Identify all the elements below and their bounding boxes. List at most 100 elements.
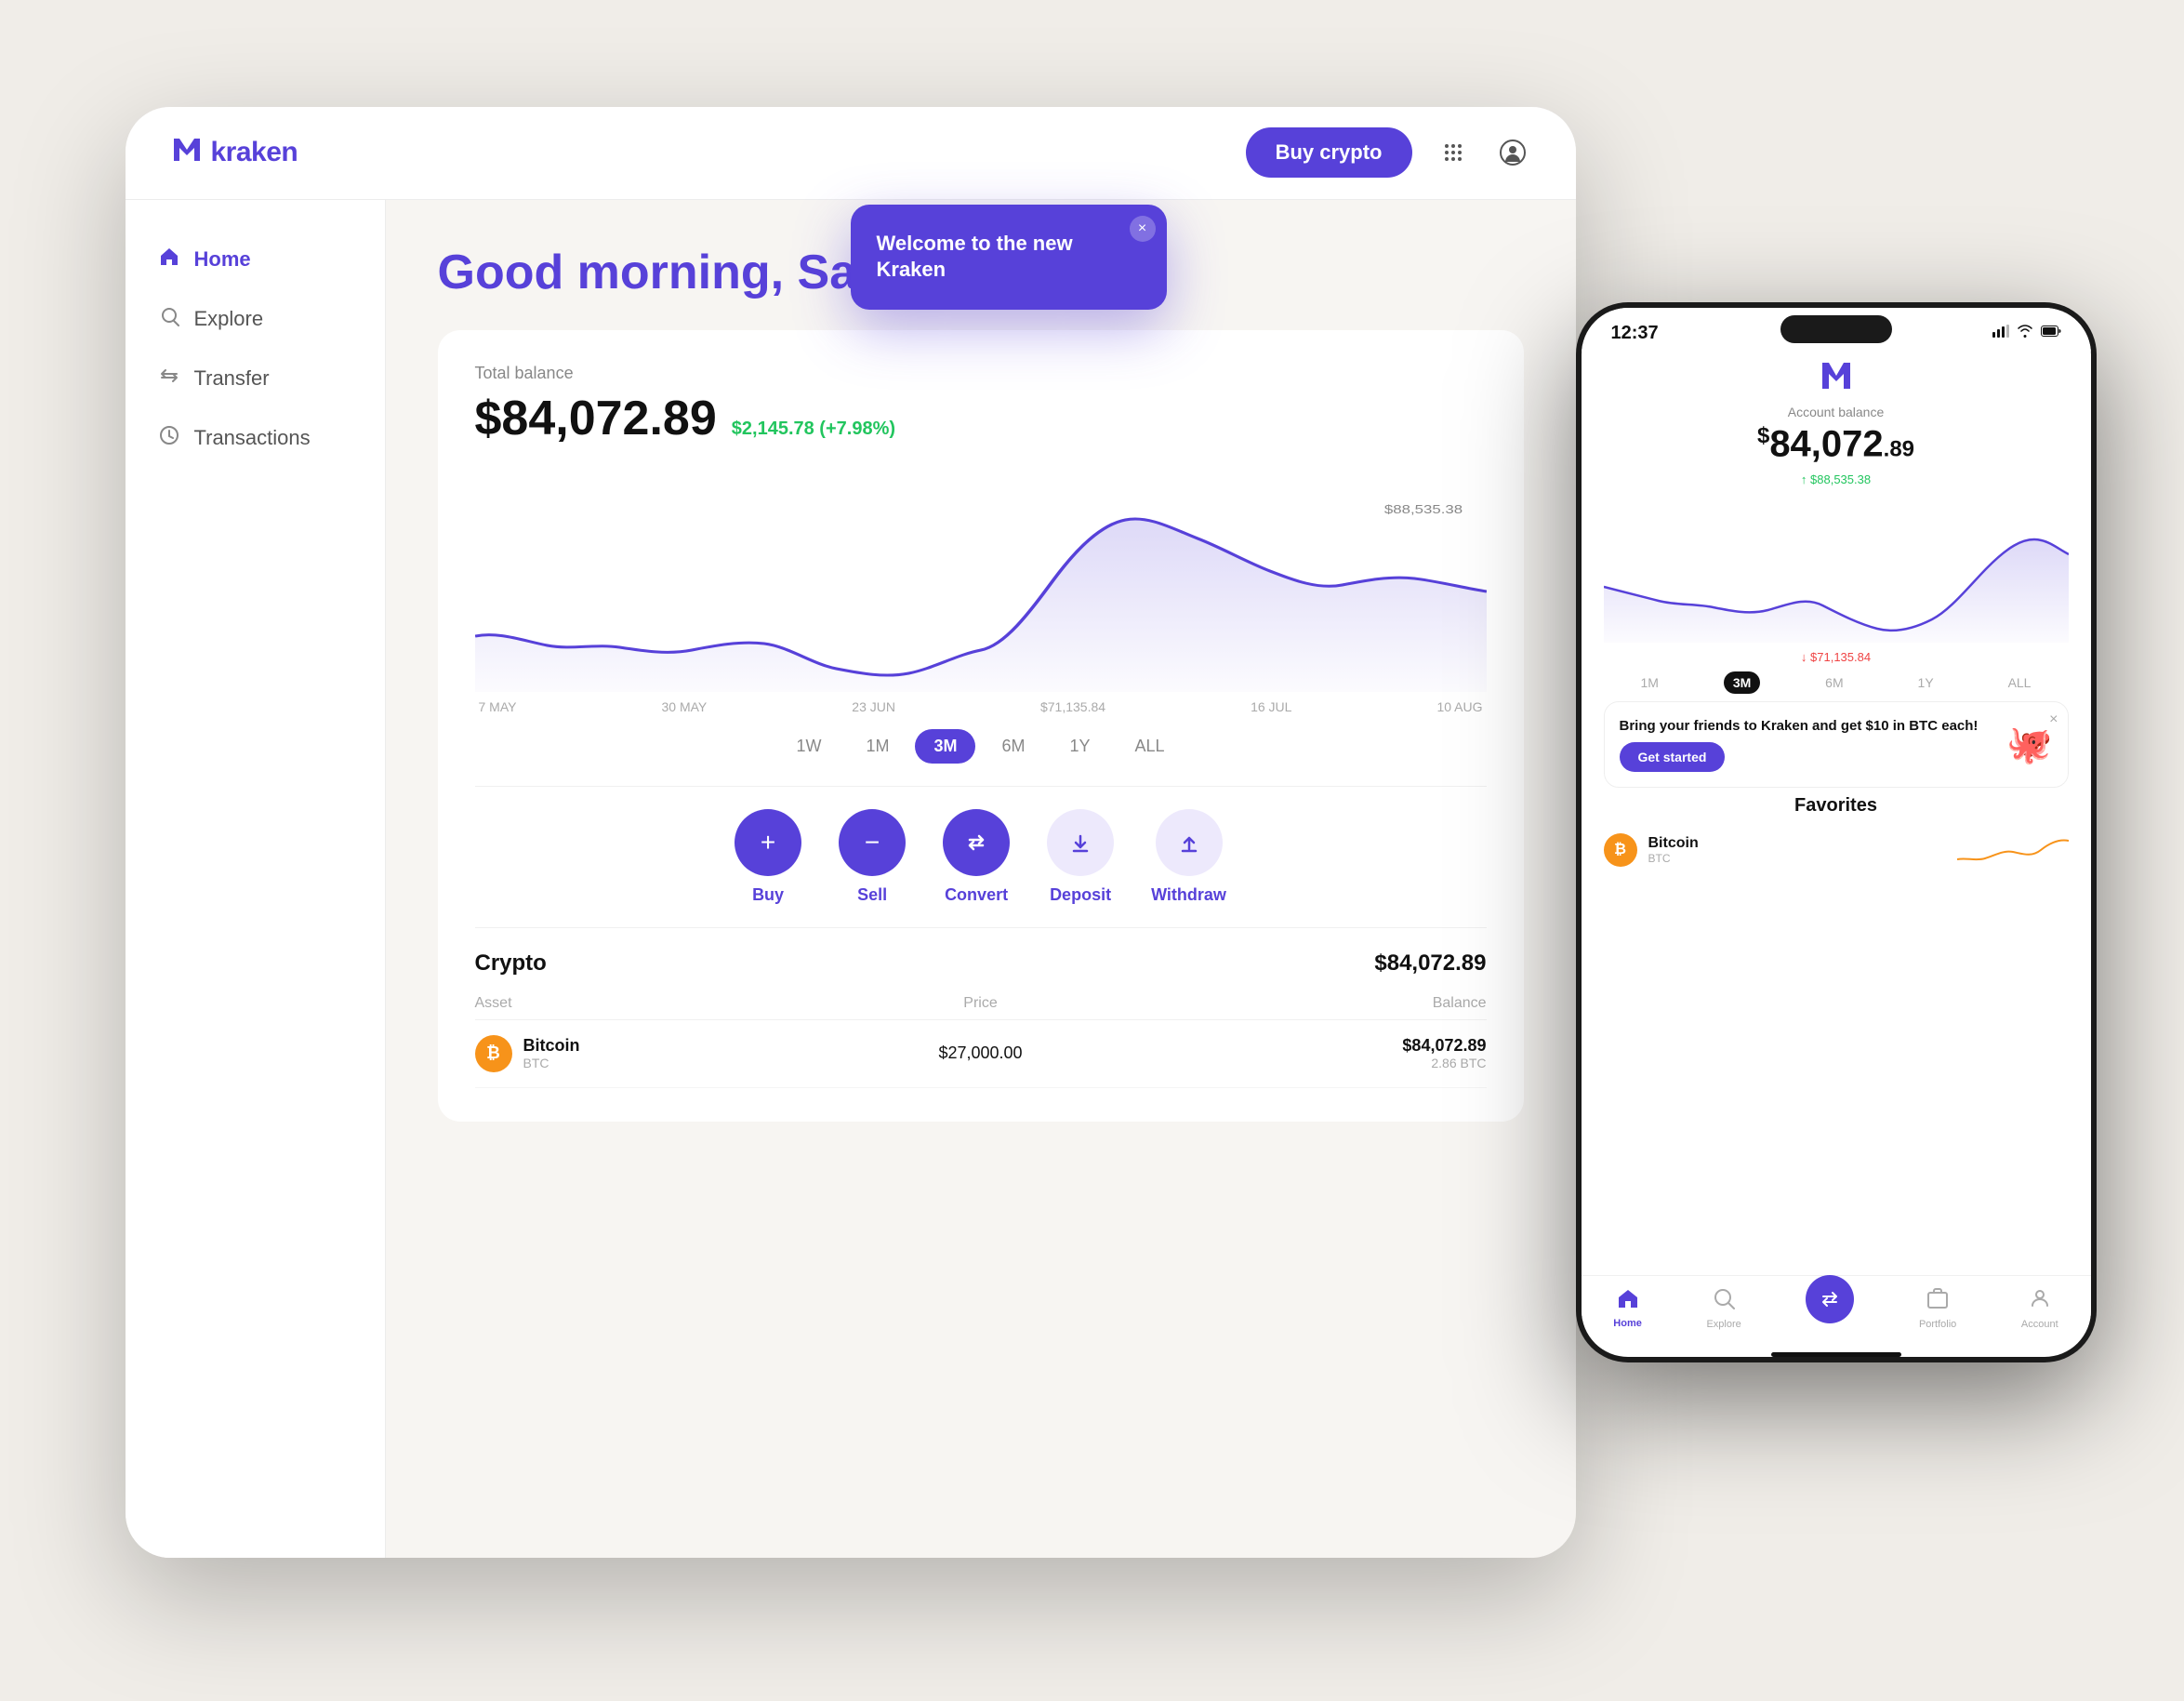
phone-nav-portfolio[interactable]: Portfolio bbox=[1919, 1287, 1956, 1330]
phone-chart-up-label: ↑ $88,535.38 bbox=[1604, 472, 2069, 486]
phone-explore-icon bbox=[1713, 1287, 1735, 1315]
asset-ticker: BTC bbox=[523, 1056, 580, 1070]
balance-super: $ bbox=[1757, 423, 1769, 448]
phone-notch bbox=[1780, 315, 1892, 343]
tablet: kraken Buy crypto bbox=[126, 107, 1576, 1558]
phone-filter-all[interactable]: ALL bbox=[1999, 671, 2041, 694]
explore-icon bbox=[159, 306, 179, 332]
status-time: 12:37 bbox=[1611, 323, 1659, 344]
phone-nav-home[interactable]: Home bbox=[1613, 1288, 1642, 1329]
asset-info: ₿ Bitcoin BTC bbox=[475, 1035, 813, 1072]
withdraw-icon bbox=[1156, 809, 1223, 876]
phone-chart-area bbox=[1604, 494, 2069, 643]
balance-row: $84,072.89 $2,145.78 (+7.98%) bbox=[475, 391, 1487, 446]
sidebar-item-transactions[interactable]: Transactions bbox=[126, 408, 385, 468]
table-row[interactable]: ₿ Bitcoin BTC $27,000.00 $84,072.89 2.86… bbox=[475, 1020, 1487, 1088]
user-icon[interactable] bbox=[1494, 134, 1531, 171]
sidebar-item-transfer[interactable]: Transfer bbox=[126, 349, 385, 408]
buy-action[interactable]: + Buy bbox=[735, 809, 801, 905]
notification-card: × Welcome to the new Kraken bbox=[851, 205, 1167, 310]
deposit-action[interactable]: Deposit bbox=[1047, 809, 1114, 905]
phone-filter-1y[interactable]: 1Y bbox=[1909, 671, 1943, 694]
fav-ticker: BTC bbox=[1648, 852, 1946, 865]
withdraw-action[interactable]: Withdraw bbox=[1151, 809, 1226, 905]
convert-action[interactable]: Convert bbox=[943, 809, 1010, 905]
buy-icon: + bbox=[735, 809, 801, 876]
phone: 12:37 bbox=[1576, 302, 2097, 1362]
filter-1m[interactable]: 1M bbox=[847, 729, 907, 764]
phone-filter-1m[interactable]: 1M bbox=[1631, 671, 1667, 694]
convert-label: Convert bbox=[945, 885, 1008, 905]
filter-all[interactable]: ALL bbox=[1117, 729, 1184, 764]
balance-label: Total balance bbox=[475, 364, 1487, 383]
wifi-icon bbox=[2017, 325, 2033, 342]
phone-filter-3m[interactable]: 3M bbox=[1724, 671, 1760, 694]
time-filters: 1W 1M 3M 6M 1Y ALL bbox=[475, 729, 1487, 764]
phone-convert-fab[interactable] bbox=[1806, 1275, 1854, 1323]
phone-filter-6m[interactable]: 6M bbox=[1816, 671, 1852, 694]
sidebar-item-home[interactable]: Home bbox=[126, 230, 385, 289]
phone-portfolio-icon bbox=[1926, 1287, 1949, 1315]
referral-title: Bring your friends to Kraken and get $10… bbox=[1620, 717, 1995, 736]
sell-action[interactable]: − Sell bbox=[839, 809, 906, 905]
filter-3m[interactable]: 3M bbox=[915, 729, 975, 764]
scene: kraken Buy crypto bbox=[70, 60, 2115, 1641]
phone-portfolio-label: Portfolio bbox=[1919, 1319, 1956, 1330]
crypto-section-header: Crypto $84,072.89 bbox=[475, 950, 1487, 977]
tablet-header: kraken Buy crypto bbox=[126, 107, 1576, 200]
fav-chart bbox=[1957, 831, 2069, 869]
buy-label: Buy bbox=[752, 885, 784, 905]
filter-1y[interactable]: 1Y bbox=[1051, 729, 1108, 764]
balance-chart: $88,535.38 bbox=[475, 469, 1487, 692]
sidebar: Home Explore bbox=[126, 200, 386, 1558]
phone-inner: 12:37 bbox=[1582, 308, 2091, 1357]
balance-decimal: .89 bbox=[1884, 436, 1914, 461]
withdraw-label: Withdraw bbox=[1151, 885, 1226, 905]
referral-close-button[interactable]: × bbox=[2049, 711, 2058, 728]
fav-name: Bitcoin bbox=[1648, 835, 1946, 852]
phone-explore-label: Explore bbox=[1706, 1319, 1741, 1330]
grid-icon[interactable] bbox=[1435, 134, 1472, 171]
battery-icon bbox=[2041, 325, 2061, 341]
phone-time-filters: 1M 3M 6M 1Y ALL bbox=[1604, 671, 2069, 694]
logo-icon bbox=[170, 135, 204, 171]
col-balance-header: Balance bbox=[1149, 995, 1487, 1012]
signal-icon bbox=[1992, 325, 2009, 342]
convert-icon bbox=[943, 809, 1010, 876]
phone-account-icon bbox=[2029, 1287, 2051, 1315]
balance-card: Total balance $84,072.89 $2,145.78 (+7.9… bbox=[438, 330, 1524, 1122]
col-asset-header: Asset bbox=[475, 995, 813, 1012]
chart-x-labels: 7 MAY 30 MAY 23 JUN $71,135.84 16 JUL 10… bbox=[475, 699, 1487, 714]
favorites-item[interactable]: ₿ Bitcoin BTC bbox=[1604, 824, 2069, 876]
notif-close-button[interactable]: × bbox=[1130, 216, 1156, 242]
phone-referral-card: Bring your friends to Kraken and get $10… bbox=[1604, 701, 2069, 789]
svg-text:$88,535.38: $88,535.38 bbox=[1383, 502, 1462, 516]
header-right: Buy crypto bbox=[1246, 127, 1531, 178]
col-price-header: Price bbox=[812, 995, 1149, 1012]
favorites-title: Favorites bbox=[1604, 795, 2069, 817]
balance-amount: $84,072.89 bbox=[475, 391, 717, 446]
filter-6m[interactable]: 6M bbox=[983, 729, 1043, 764]
sidebar-item-explore[interactable]: Explore bbox=[126, 289, 385, 349]
buy-crypto-button[interactable]: Buy crypto bbox=[1246, 127, 1412, 178]
tablet-body: Home Explore bbox=[126, 200, 1576, 1558]
phone-nav-explore[interactable]: Explore bbox=[1706, 1287, 1741, 1330]
sell-icon: − bbox=[839, 809, 906, 876]
transactions-icon bbox=[159, 425, 179, 451]
balance-usd: $84,072.89 bbox=[1149, 1036, 1487, 1056]
crypto-title: Crypto bbox=[475, 950, 547, 977]
asset-price: $27,000.00 bbox=[812, 1043, 1149, 1063]
main-content: Good morning, Satoshi Total balance $84,… bbox=[386, 200, 1576, 1558]
referral-cta-button[interactable]: Get started bbox=[1620, 742, 1726, 772]
phone-content: Account balance $84,072.89 ↑ $88,535.38 bbox=[1582, 352, 2091, 1275]
balance-change: $2,145.78 (+7.98%) bbox=[732, 419, 895, 440]
asset-name: Bitcoin bbox=[523, 1036, 580, 1056]
phone-nav-account[interactable]: Account bbox=[2021, 1287, 2058, 1330]
phone-logo bbox=[1604, 359, 2069, 397]
phone-nav-convert[interactable] bbox=[1806, 1294, 1854, 1323]
filter-1w[interactable]: 1W bbox=[777, 729, 840, 764]
home-indicator bbox=[1771, 1352, 1901, 1357]
logo-text: kraken bbox=[211, 137, 298, 168]
notif-title: Welcome to the new Kraken bbox=[877, 231, 1141, 284]
balance-btc: 2.86 BTC bbox=[1149, 1056, 1487, 1070]
